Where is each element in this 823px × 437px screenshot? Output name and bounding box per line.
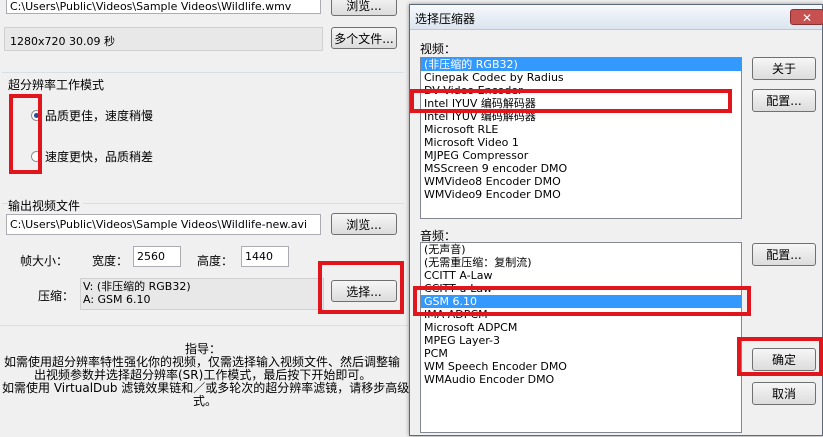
frame-size-label: 帧大小： (20, 254, 69, 268)
video-codec-item[interactable]: Cinepak Codec by Radius (421, 71, 741, 84)
output-browse-button[interactable]: 浏览... (331, 213, 397, 235)
close-icon[interactable]: ✕ (790, 9, 823, 25)
video-codec-item[interactable]: (非压缩的 RGB32) (421, 58, 741, 71)
video-codec-item[interactable]: WMVideo9 Encoder DMO (421, 188, 741, 201)
audio-codec-item[interactable]: MPEG Layer-3 (421, 334, 741, 347)
audio-codec-item[interactable]: CCITT u-Law (421, 282, 741, 295)
dialog-titlebar[interactable]: 选择压缩器 ✕ (410, 5, 823, 30)
video-config-button[interactable]: 配置... (752, 89, 816, 112)
video-codec-item[interactable]: Intel IYUV 编码解码器 (421, 110, 741, 123)
multi-file-button[interactable]: 多个文件... (331, 27, 397, 49)
select-compressor-button[interactable]: 选择... (331, 280, 397, 302)
about-button[interactable]: 关于 (752, 57, 816, 80)
quality-option-label[interactable]: 品质更佳，速度稍慢 (45, 107, 153, 124)
video-section-label: 视频： (420, 42, 457, 56)
audio-codec-item[interactable]: CCITT A-Law (421, 269, 741, 282)
width-label: 宽度： (92, 254, 129, 268)
audio-codec-item[interactable]: WMAudio Encoder DMO (421, 373, 741, 386)
audio-codec-item[interactable]: IMA ADPCM (421, 308, 741, 321)
main-window: C:\Users\Public\Videos\Sample Videos\Wil… (0, 0, 421, 436)
width-input[interactable]: 2560 (133, 246, 181, 267)
video-codec-list[interactable]: (非压缩的 RGB32) Cinepak Codec by Radius DV Vi… (420, 57, 742, 219)
video-codec-item[interactable]: Intel IYUV 编码解码器 (421, 97, 741, 110)
output-path-field[interactable]: C:\Users\Public\Videos\Sample Videos\Wil… (6, 214, 321, 235)
height-input[interactable]: 1440 (241, 246, 289, 267)
height-label: 高度： (197, 254, 234, 268)
guide-title: 指导： (185, 342, 222, 356)
audio-codec-item[interactable]: Microsoft ADPCM (421, 321, 741, 334)
video-codec-item[interactable]: Microsoft RLE (421, 123, 741, 136)
compressor-dialog: 选择压缩器 ✕ 视频： (非压缩的 RGB32) Cinepak Codec by… (409, 4, 823, 436)
audio-codec-item[interactable]: GSM 6.10 (421, 295, 741, 308)
audio-codec-item[interactable]: (无需重压缩：复制流) (421, 256, 741, 269)
audio-config-button[interactable]: 配置... (752, 243, 816, 266)
audio-codec-item[interactable]: (无声音) (421, 243, 741, 256)
audio-codec-list[interactable]: (无声音) (无需重压缩：复制流) CCITT A-Law CCITT u-Law GS… (420, 242, 742, 433)
dialog-title: 选择压缩器 (415, 12, 476, 26)
input-path-field[interactable]: C:\Users\Public\Videos\Sample Videos\Wil… (6, 0, 321, 14)
video-info-text: 1280x720 30.09 秒 (10, 35, 115, 48)
audio-codec-item[interactable]: WM Speech Encoder DMO (421, 360, 741, 373)
quality-radio[interactable] (31, 110, 42, 121)
cancel-button[interactable]: 取消 (752, 382, 816, 405)
video-codec-item[interactable]: MJPEG Compressor (421, 149, 741, 162)
video-codec-item[interactable]: DV Video Encoder (421, 84, 741, 97)
compress-info-video: V: (非压缩的 RGB32) (83, 280, 191, 293)
speed-radio[interactable] (31, 151, 42, 162)
video-codec-item[interactable]: WMVideo8 Encoder DMO (421, 175, 741, 188)
speed-option-label[interactable]: 速度更快，品质稍差 (45, 148, 153, 165)
input-browse-button[interactable]: 浏览... (331, 0, 397, 16)
ok-button[interactable]: 确定 (752, 348, 816, 371)
compress-info-audio: A: GSM 6.10 (83, 293, 151, 306)
output-title: 输出视频文件 (8, 197, 84, 214)
compress-label: 压缩： (38, 289, 75, 303)
video-codec-item[interactable]: Microsoft Video 1 (421, 136, 741, 149)
audio-codec-item[interactable]: PCM (421, 347, 741, 360)
sr-mode-title: 超分辨率工作模式 (8, 76, 108, 93)
guide-line-4: 式。 (193, 394, 218, 408)
video-codec-item[interactable]: MSScreen 9 encoder DMO (421, 162, 741, 175)
